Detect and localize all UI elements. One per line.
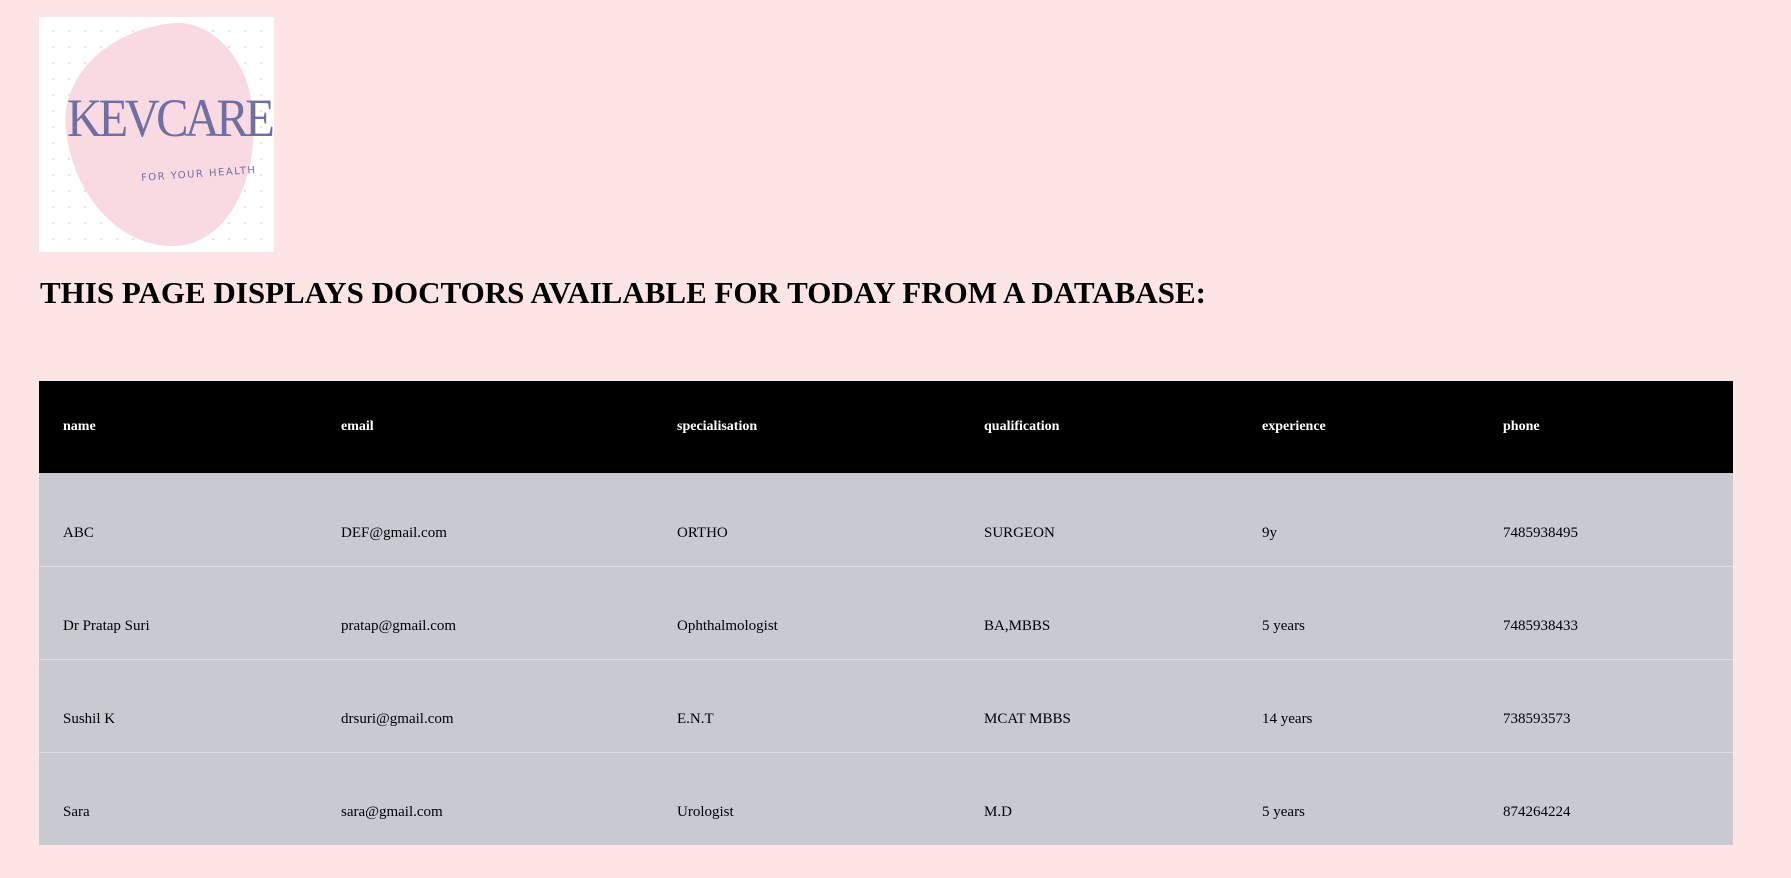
doctors-table: name email specialisation qualification …	[39, 381, 1733, 845]
cell-specialisation: Ophthalmologist	[653, 565, 960, 659]
kevcare-logo: KEVCARE FOR YOUR HEALTH	[39, 17, 274, 252]
column-header-specialisation: specialisation	[677, 419, 758, 434]
table-header-row: name email specialisation qualification …	[39, 381, 1733, 473]
cell-phone: 738593573	[1479, 658, 1733, 752]
cell-specialisation: E.N.T	[653, 658, 960, 752]
column-header-qualification: qualification	[984, 419, 1060, 434]
cell-qualification: SURGEON	[984, 524, 1055, 541]
cell-phone: 7485938495	[1503, 524, 1578, 541]
table-row: Dr Pratap Suri pratap@gmail.com Ophthalm…	[39, 565, 1733, 659]
cell-name: Sara	[39, 751, 317, 845]
page-heading: THIS PAGE DISPLAYS DOCTORS AVAILABLE FOR…	[40, 275, 1206, 310]
cell-qualification: BA,MBBS	[960, 565, 1238, 659]
cell-email: sara@gmail.com	[317, 751, 653, 845]
logo-brand-text: KEVCARE	[67, 88, 274, 148]
column-header-experience: experience	[1262, 419, 1326, 434]
table-header: name email specialisation qualification …	[39, 381, 1733, 473]
column-header-phone: phone	[1503, 419, 1540, 434]
cell-name: Sushil K	[39, 658, 317, 752]
cell-email: drsuri@gmail.com	[317, 658, 653, 752]
cell-phone: 874264224	[1479, 751, 1733, 845]
cell-email: DEF@gmail.com	[341, 524, 447, 541]
cell-name: ABC	[63, 524, 94, 541]
column-header-email: email	[341, 419, 374, 434]
table-row: Sushil K drsuri@gmail.com E.N.T MCAT MBB…	[39, 658, 1733, 752]
cell-experience: 5 years	[1238, 751, 1479, 845]
cell-experience: 5 years	[1238, 565, 1479, 659]
cell-experience: 9y	[1262, 524, 1277, 541]
cell-experience: 14 years	[1238, 658, 1479, 752]
column-header-name: name	[63, 419, 96, 434]
cell-specialisation: Urologist	[653, 751, 960, 845]
cell-name: Dr Pratap Suri	[39, 565, 317, 659]
cell-qualification: MCAT MBBS	[960, 658, 1238, 752]
cell-phone: 7485938433	[1479, 565, 1733, 659]
cell-email: pratap@gmail.com	[317, 565, 653, 659]
table-body: ABC DEF@gmail.com ORTHO SURGEON 9y 74859…	[39, 473, 1733, 845]
table-row: ABC DEF@gmail.com ORTHO SURGEON 9y 74859…	[39, 473, 1733, 566]
cell-qualification: M.D	[960, 751, 1238, 845]
cell-specialisation: ORTHO	[677, 524, 728, 541]
table-row: Sara sara@gmail.com Urologist M.D 5 year…	[39, 751, 1733, 845]
